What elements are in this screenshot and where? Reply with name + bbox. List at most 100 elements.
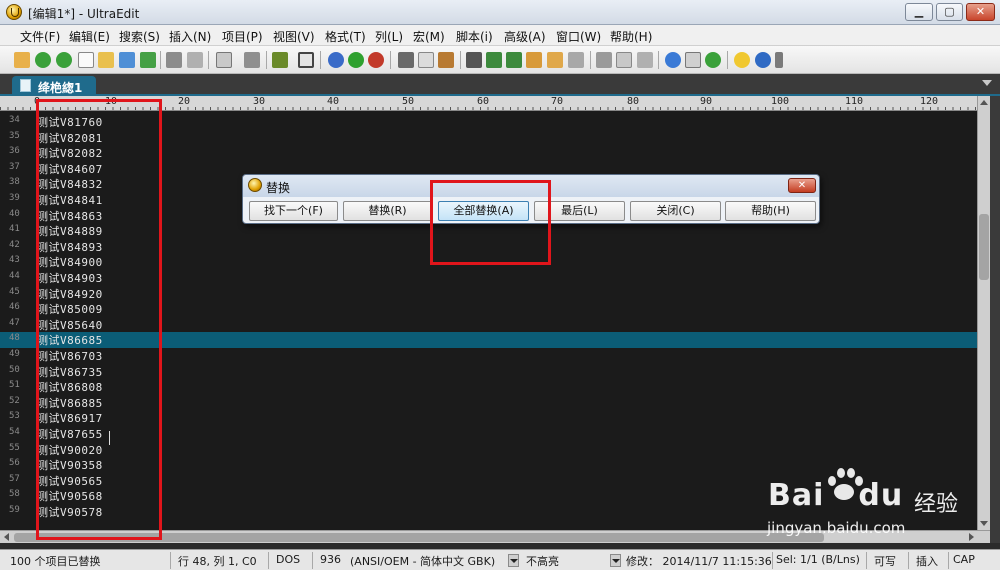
menu-insert[interactable]: 插入(N): [169, 28, 211, 45]
stop-icon[interactable]: [368, 52, 384, 68]
menu-column[interactable]: 列(L): [375, 28, 403, 45]
toolbar-separator: [208, 51, 209, 69]
forward-arrow-icon[interactable]: [56, 52, 72, 68]
find-icon[interactable]: [466, 52, 482, 68]
status-bar: 100 个项目已替换 行 48, 列 1, C0 DOS 936 (ANSI/O…: [0, 549, 1000, 570]
ruler-label: 80: [627, 96, 640, 107]
menu-script[interactable]: 脚本(i): [456, 28, 493, 45]
ruler-label: 70: [551, 96, 564, 107]
menu-view[interactable]: 视图(V): [273, 28, 315, 45]
close-window-button[interactable]: ✕: [966, 3, 995, 21]
tab-list-dropdown-icon[interactable]: [982, 80, 992, 86]
tile-vertical-icon[interactable]: [637, 52, 653, 68]
save-icon[interactable]: [140, 52, 156, 68]
find-previous-icon[interactable]: [506, 52, 522, 68]
column-mode-icon[interactable]: [244, 52, 260, 68]
toolbar-separator: [590, 51, 591, 69]
print-preview-icon[interactable]: [187, 52, 203, 68]
replace-button[interactable]: 替换(R): [343, 201, 432, 221]
menu-bar: 文件(F) 编辑(E) 搜索(S) 插入(N) 项目(P) 视图(V) 格式(T…: [0, 25, 1000, 46]
new-file-icon[interactable]: [14, 52, 30, 68]
line-numbers-icon[interactable]: [298, 52, 314, 68]
line-number: 54: [9, 427, 20, 437]
file-tab-label: 绛栬緫1: [38, 81, 83, 95]
new-document-icon[interactable]: [78, 52, 94, 68]
tile-horizontal-icon[interactable]: [616, 52, 632, 68]
toolbar-separator: [266, 51, 267, 69]
ruler-label: 110: [845, 96, 864, 107]
menu-file[interactable]: 文件(F): [20, 28, 60, 45]
line-number: 55: [9, 442, 20, 453]
menu-format[interactable]: 格式(T): [325, 28, 366, 45]
toolbar-separator: [160, 51, 161, 69]
status-divider: [908, 552, 909, 569]
jingyan-text: 经验: [914, 492, 959, 517]
cut-icon[interactable]: [398, 52, 414, 68]
ruler-label: 50: [402, 96, 415, 107]
dialog-close-button[interactable]: ✕: [788, 178, 816, 193]
cascade-icon[interactable]: [596, 52, 612, 68]
menu-edit[interactable]: 编辑(E): [69, 28, 110, 45]
menu-window[interactable]: 窗口(W): [556, 28, 601, 45]
insert-mode[interactable]: 插入: [916, 553, 938, 569]
open-folder-icon[interactable]: [98, 52, 114, 68]
scroll-left-arrow-icon[interactable]: [4, 533, 9, 541]
ruler-label: 60: [477, 96, 490, 107]
find-next-button[interactable]: 找下一个(F): [249, 201, 338, 221]
menu-help[interactable]: 帮助(H): [610, 28, 652, 45]
help-icon[interactable]: [755, 52, 771, 68]
find-in-files-icon[interactable]: [547, 52, 563, 68]
line-number: 39: [9, 193, 20, 203]
encoding-dropdown-icon[interactable]: [508, 554, 519, 567]
codepage[interactable]: 936: [320, 553, 341, 566]
menu-project[interactable]: 项目(P): [222, 28, 263, 45]
paste-icon[interactable]: [438, 52, 454, 68]
selection-info: Sel: 1/1 (B/Lns): [776, 553, 860, 566]
writable-status[interactable]: 可写: [874, 553, 896, 569]
line-number: 45: [9, 286, 20, 297]
line-number: 42: [9, 239, 20, 250]
ultraedit-app-icon[interactable]: [6, 4, 22, 20]
open-project-icon[interactable]: [119, 52, 135, 68]
annotation-box-replace-all: [430, 180, 551, 265]
minimize-button[interactable]: ▁: [905, 3, 933, 21]
scroll-up-arrow-icon[interactable]: [980, 100, 988, 105]
back-arrow-icon[interactable]: [35, 52, 51, 68]
browser-icon[interactable]: [328, 52, 344, 68]
copy-icon[interactable]: [418, 52, 434, 68]
help-button[interactable]: 帮助(H): [725, 201, 816, 221]
ruler-label: 90: [700, 96, 713, 107]
print-icon[interactable]: [166, 52, 182, 68]
maximize-button[interactable]: ▢: [936, 3, 963, 21]
menu-macro[interactable]: 宏(M): [413, 28, 445, 45]
encoding-label[interactable]: (ANSI/OEM - 简体中文 GBK): [350, 553, 495, 569]
toolbar-separator: [727, 51, 728, 69]
vertical-scroll-thumb[interactable]: [979, 214, 989, 280]
line-number: 44: [9, 271, 20, 281]
line-number: 49: [9, 349, 20, 359]
title-bar: [编辑1*] - UltraEdit ▁ ▢ ✕: [0, 0, 1000, 25]
watermark-url: jingyan.baidu.com: [767, 519, 906, 537]
file-tab[interactable]: 绛栬緫1: [12, 76, 96, 96]
replace-icon[interactable]: [526, 52, 542, 68]
tip-bulb-icon[interactable]: [734, 52, 750, 68]
highlight-dropdown-icon[interactable]: [610, 554, 621, 567]
status-divider: [268, 552, 269, 569]
hex-mode-icon[interactable]: [272, 52, 288, 68]
menu-advanced[interactable]: 高级(A): [504, 28, 546, 45]
line-number: 56: [9, 458, 20, 469]
highlight-mode[interactable]: 不高亮: [526, 553, 559, 569]
menu-search[interactable]: 搜索(S): [119, 28, 160, 45]
window-title: [编辑1*] - UltraEdit: [28, 7, 140, 21]
toolbar-separator: [460, 51, 461, 69]
replace-in-files-icon[interactable]: [568, 52, 584, 68]
ftp-icon[interactable]: [348, 52, 364, 68]
close-dialog-button[interactable]: 关闭(C): [630, 201, 721, 221]
refresh-icon[interactable]: [705, 52, 721, 68]
web-icon[interactable]: [665, 52, 681, 68]
word-wrap-icon[interactable]: [216, 52, 232, 68]
find-next-icon[interactable]: [486, 52, 502, 68]
toolbar-overflow-icon[interactable]: [775, 52, 783, 68]
settings-icon[interactable]: [685, 52, 701, 68]
line-ending-type[interactable]: DOS: [276, 553, 300, 566]
